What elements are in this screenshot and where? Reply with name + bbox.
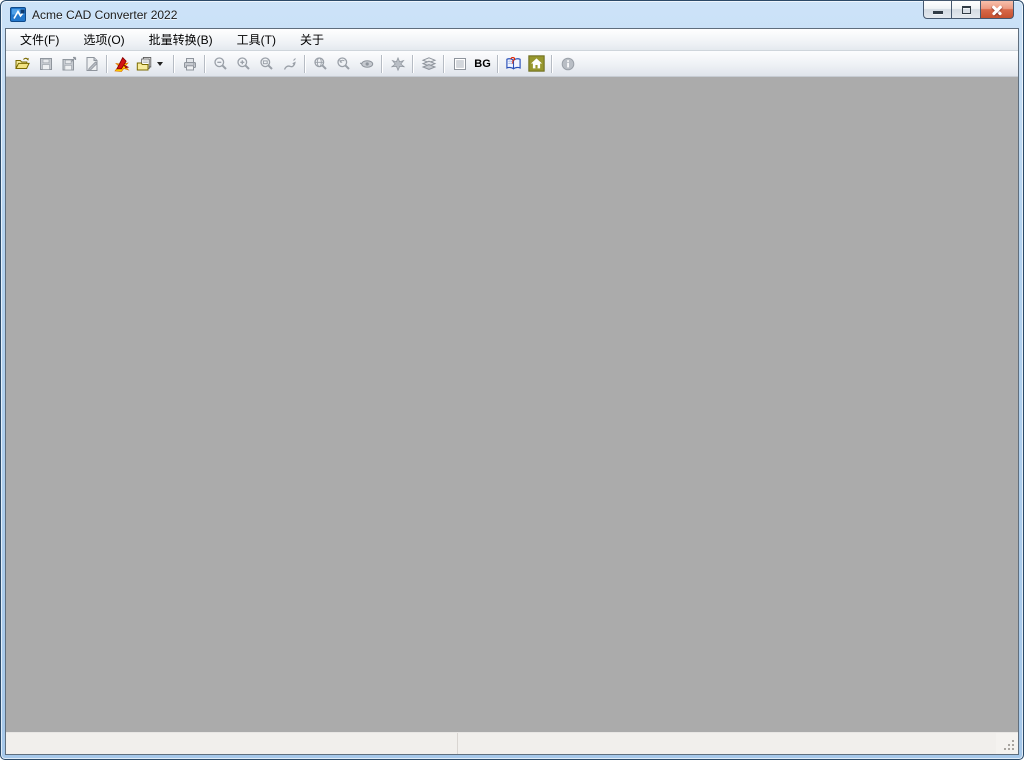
open-icon bbox=[15, 57, 30, 69]
zoom-in-icon bbox=[236, 56, 250, 70]
toolbar: BG ? bbox=[6, 51, 1018, 77]
zoom-previous-icon bbox=[336, 56, 350, 70]
background-color-button[interactable]: BG bbox=[471, 53, 494, 75]
maximize-icon bbox=[961, 5, 971, 14]
window-controls bbox=[923, 0, 1014, 19]
zoom-all-icon bbox=[313, 56, 327, 70]
app-window: Acme CAD Converter 2022 文件(F) 选项(O) 批量转换… bbox=[0, 0, 1024, 760]
zoom-dynamic-icon bbox=[283, 57, 296, 70]
open-button[interactable] bbox=[11, 53, 34, 75]
toolbar-separator bbox=[173, 54, 175, 73]
menu-about[interactable]: 关于 bbox=[291, 29, 333, 50]
titlebar: Acme CAD Converter 2022 bbox=[1, 0, 1023, 28]
zoom-previous-button bbox=[332, 53, 355, 75]
zoom-window-icon bbox=[259, 56, 273, 70]
toolbar-separator bbox=[381, 54, 383, 73]
statusbar-right-panel bbox=[458, 733, 996, 754]
background-color-label: BG bbox=[474, 57, 491, 70]
statusbar bbox=[6, 733, 1018, 754]
background-pattern-button[interactable] bbox=[448, 53, 471, 75]
layers-button bbox=[417, 53, 440, 75]
menubar: 文件(F) 选项(O) 批量转换(B) 工具(T) 关于 bbox=[6, 29, 1018, 51]
close-button[interactable] bbox=[981, 0, 1014, 19]
zoom-out-button bbox=[209, 53, 232, 75]
minimize-icon bbox=[932, 11, 943, 14]
menu-options[interactable]: 选项(O) bbox=[74, 29, 133, 50]
toolbar-separator bbox=[443, 54, 445, 73]
print-icon bbox=[183, 57, 196, 70]
convert-dropdown-arrow[interactable] bbox=[157, 61, 163, 66]
toolbar-separator bbox=[204, 54, 206, 73]
convert-format-button[interactable] bbox=[134, 53, 170, 75]
batch-convert-icon bbox=[114, 56, 130, 72]
plot-splat-icon bbox=[390, 56, 405, 71]
view-eye-icon bbox=[359, 59, 373, 68]
layers-icon bbox=[421, 56, 436, 70]
menu-tools[interactable]: 工具(T) bbox=[228, 29, 285, 50]
save-as-icon bbox=[62, 56, 76, 70]
help-book-icon: ? bbox=[506, 56, 521, 70]
resize-grip[interactable] bbox=[996, 733, 1018, 754]
zoom-out-icon bbox=[213, 56, 227, 70]
save-icon bbox=[39, 57, 52, 70]
toolbar-separator bbox=[106, 54, 108, 73]
statusbar-left-panel bbox=[6, 733, 458, 754]
about-info-icon bbox=[561, 57, 574, 70]
export-icon bbox=[86, 56, 98, 71]
toolbar-separator bbox=[551, 54, 553, 73]
home-icon bbox=[528, 55, 545, 72]
client-area bbox=[6, 77, 1018, 733]
maximize-button[interactable] bbox=[952, 0, 981, 19]
save-as-button bbox=[57, 53, 80, 75]
toolbar-separator bbox=[304, 54, 306, 73]
zoom-all-button bbox=[309, 53, 332, 75]
window-title: Acme CAD Converter 2022 bbox=[32, 7, 178, 22]
toolbar-separator bbox=[497, 54, 499, 73]
zoom-dynamic-button bbox=[278, 53, 301, 75]
svg-text:?: ? bbox=[510, 56, 516, 67]
app-icon bbox=[10, 6, 27, 23]
zoom-in-button bbox=[232, 53, 255, 75]
help-button[interactable]: ? bbox=[502, 53, 525, 75]
batch-convert-button[interactable] bbox=[111, 53, 134, 75]
background-pattern-icon bbox=[453, 57, 466, 70]
home-button[interactable] bbox=[525, 53, 548, 75]
export-button bbox=[80, 53, 103, 75]
view-eye-button bbox=[355, 53, 378, 75]
minimize-button[interactable] bbox=[923, 0, 952, 19]
menu-file[interactable]: 文件(F) bbox=[11, 29, 68, 50]
save-button bbox=[34, 53, 57, 75]
convert-format-icon bbox=[136, 56, 152, 70]
menu-batch-convert[interactable]: 批量转换(B) bbox=[140, 29, 222, 50]
content-frame: 文件(F) 选项(O) 批量转换(B) 工具(T) 关于 BG ? bbox=[5, 28, 1019, 755]
close-icon bbox=[990, 3, 1004, 17]
plot-splat-button bbox=[386, 53, 409, 75]
zoom-window-button bbox=[255, 53, 278, 75]
print-button bbox=[178, 53, 201, 75]
toolbar-separator bbox=[412, 54, 414, 73]
about-button bbox=[556, 53, 579, 75]
